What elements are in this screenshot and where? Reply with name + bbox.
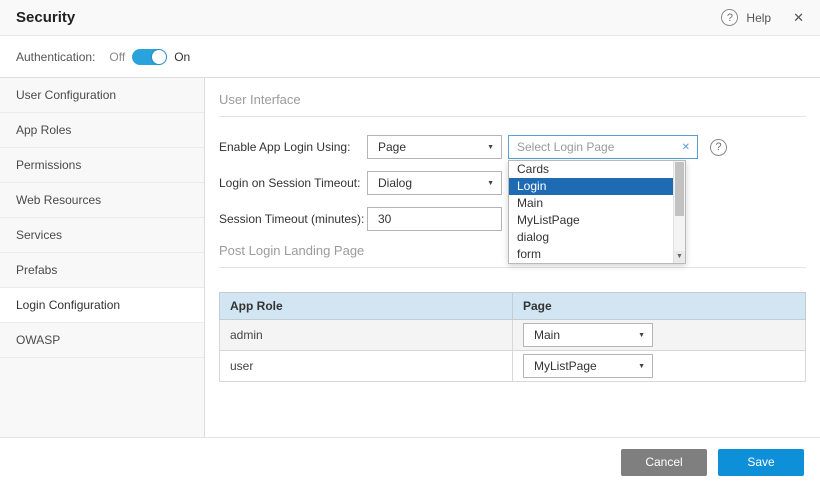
column-header-app-role: App Role [220,293,513,320]
sidebar-item-permissions[interactable]: Permissions [0,148,204,183]
dropdown-option-login[interactable]: Login [509,178,673,195]
scrollbar-thumb[interactable] [675,162,684,216]
toggle-knob [152,50,166,64]
dropdown-option-mylistpage[interactable]: MyListPage [509,212,673,229]
section-title-user-interface: User Interface [219,92,806,117]
table-header-row: App Role Page [220,293,806,320]
app-role-cell: user [220,351,513,382]
enable-app-login-label: Enable App Login Using: [219,140,367,154]
help-label[interactable]: Help [746,11,771,25]
page-cell: MyListPage ▼ [513,351,806,382]
sidebar-item-user-configuration[interactable]: User Configuration [0,78,204,113]
authentication-label: Authentication: [16,50,95,64]
enable-app-login-row: Enable App Login Using: Page ▼ ✕ ? [219,135,806,159]
save-button[interactable]: Save [718,449,804,476]
authentication-toggle[interactable] [132,49,167,65]
sidebar-item-web-resources[interactable]: Web Resources [0,183,204,218]
titlebar-actions: ? Help ✕ [721,9,804,26]
sidebar: User Configuration App Roles Permissions… [0,78,205,437]
sidebar-item-prefabs[interactable]: Prefabs [0,253,204,288]
scroll-down-icon[interactable]: ▼ [674,251,685,263]
dropdown-option-form[interactable]: form [509,246,673,263]
dropdown-option-cards[interactable]: Cards [509,161,673,178]
login-page-combobox[interactable]: ✕ [508,135,698,159]
sidebar-item-app-roles[interactable]: App Roles [0,113,204,148]
page-title: Security [16,9,75,26]
body: User Configuration App Roles Permissions… [0,78,820,437]
cancel-button[interactable]: Cancel [621,449,707,476]
user-page-value: MyListPage [534,359,597,373]
toggle-on-label: On [174,50,190,64]
security-dialog: Security ? Help ✕ Authentication: Off On… [0,0,820,486]
toggle-off-label: Off [109,50,125,64]
admin-page-select[interactable]: Main ▼ [523,323,653,347]
dropdown-option-main[interactable]: Main [509,195,673,212]
table-row: admin Main ▼ [220,320,806,351]
footer: Cancel Save [0,437,820,486]
session-timeout-mode-select[interactable]: Dialog ▼ [367,171,502,195]
page-cell: Main ▼ [513,320,806,351]
landing-page-table: App Role Page admin Main ▼ [219,292,806,382]
caret-down-icon: ▼ [487,144,494,151]
session-timeout-label: Session Timeout (minutes): [219,212,367,226]
app-role-cell: admin [220,320,513,351]
session-timeout-input[interactable]: 30 [367,207,502,231]
login-page-dropdown: Cards Login Main MyListPage dialog form … [508,160,686,264]
sidebar-item-login-configuration[interactable]: Login Configuration [0,288,204,323]
column-header-page: Page [513,293,806,320]
close-icon[interactable]: ✕ [793,10,804,26]
session-timeout-value: 30 [378,212,391,226]
login-using-select-value: Page [378,140,406,154]
login-using-select[interactable]: Page ▼ [367,135,502,159]
main-content: User Interface Enable App Login Using: P… [205,78,820,437]
authentication-bar: Authentication: Off On [0,36,820,78]
user-page-select[interactable]: MyListPage ▼ [523,354,653,378]
title-bar: Security ? Help ✕ [0,0,820,36]
caret-down-icon: ▼ [638,363,645,370]
login-page-input[interactable] [511,140,682,154]
clear-icon[interactable]: ✕ [682,142,690,153]
sidebar-item-owasp[interactable]: OWASP [0,323,204,358]
caret-down-icon: ▼ [638,332,645,339]
login-page-help-icon[interactable]: ? [710,139,727,156]
session-timeout-mode-value: Dialog [378,176,412,190]
dropdown-scrollbar[interactable]: ▼ [673,161,685,263]
admin-page-value: Main [534,328,560,342]
session-timeout-mode-label: Login on Session Timeout: [219,176,367,190]
help-icon[interactable]: ? [721,9,738,26]
dropdown-option-dialog[interactable]: dialog [509,229,673,246]
table-row: user MyListPage ▼ [220,351,806,382]
caret-down-icon: ▼ [487,180,494,187]
sidebar-item-services[interactable]: Services [0,218,204,253]
